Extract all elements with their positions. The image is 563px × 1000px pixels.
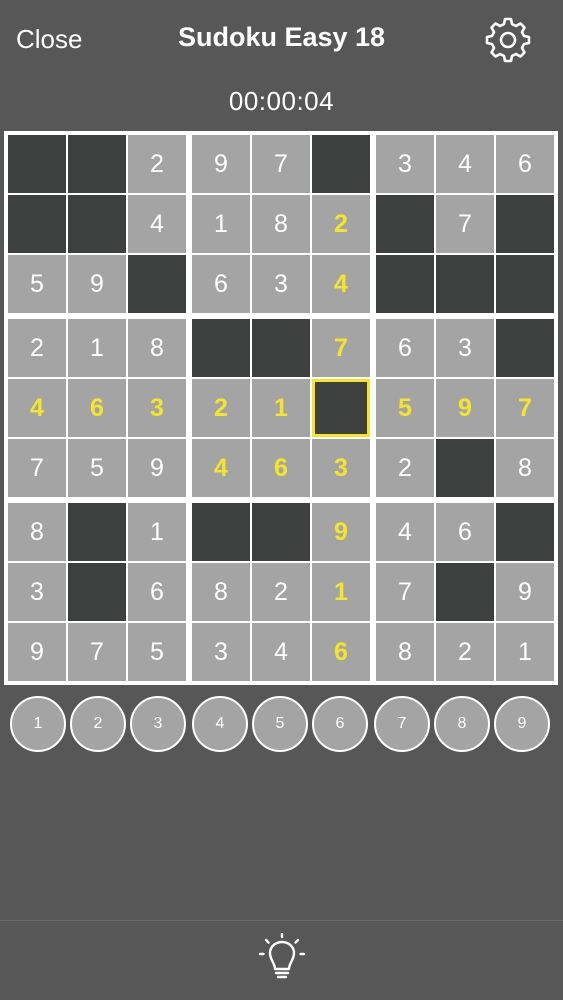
sudoku-cell[interactable]: 6 (128, 563, 186, 621)
sudoku-cell[interactable]: 4 (436, 135, 494, 193)
lightbulb-icon[interactable] (258, 933, 306, 985)
sudoku-cell[interactable]: 4 (128, 195, 186, 253)
sudoku-cell[interactable]: 3 (8, 563, 66, 621)
sudoku-cell[interactable]: 8 (192, 563, 250, 621)
sudoku-cell[interactable]: 1 (252, 379, 310, 437)
number-button-5[interactable]: 5 (252, 696, 308, 752)
sudoku-cell[interactable]: 5 (128, 623, 186, 681)
sudoku-cell[interactable] (436, 563, 494, 621)
sudoku-cell[interactable]: 7 (496, 379, 554, 437)
sudoku-cell[interactable] (496, 319, 554, 377)
sudoku-cell[interactable]: 9 (192, 135, 250, 193)
number-button-1[interactable]: 1 (10, 696, 66, 752)
sudoku-cell[interactable] (68, 195, 126, 253)
sudoku-cell[interactable]: 3 (192, 623, 250, 681)
sudoku-cell[interactable]: 4 (8, 379, 66, 437)
sudoku-cell[interactable]: 7 (312, 319, 370, 377)
sudoku-cell[interactable] (192, 503, 250, 561)
sudoku-cell[interactable]: 9 (128, 439, 186, 497)
number-button-6[interactable]: 6 (312, 696, 368, 752)
sudoku-cell[interactable]: 1 (128, 503, 186, 561)
sudoku-cell[interactable] (128, 255, 186, 313)
sudoku-cell[interactable]: 8 (376, 623, 434, 681)
sudoku-cell[interactable]: 1 (192, 195, 250, 253)
sudoku-cell[interactable] (8, 195, 66, 253)
sudoku-cell[interactable]: 1 (496, 623, 554, 681)
sudoku-cell[interactable]: 2 (252, 563, 310, 621)
sudoku-cell[interactable]: 6 (376, 319, 434, 377)
sudoku-cell[interactable]: 2 (312, 195, 370, 253)
sudoku-cell[interactable] (68, 135, 126, 193)
sudoku-cell[interactable]: 8 (8, 503, 66, 561)
sudoku-cell[interactable]: 9 (312, 503, 370, 561)
sudoku-cell[interactable]: 4 (376, 503, 434, 561)
sudoku-cell[interactable]: 6 (252, 439, 310, 497)
number-button-9[interactable]: 9 (494, 696, 550, 752)
sudoku-cell[interactable]: 5 (376, 379, 434, 437)
page-title: Sudoku Easy 18 (177, 22, 386, 52)
sudoku-cell[interactable] (252, 319, 310, 377)
bottom-bar (0, 920, 563, 1000)
gear-icon[interactable] (484, 16, 532, 64)
sudoku-cell[interactable]: 3 (436, 319, 494, 377)
header: Close Sudoku Easy 18 (0, 0, 563, 80)
sudoku-cell[interactable]: 7 (252, 135, 310, 193)
sudoku-cell[interactable]: 7 (436, 195, 494, 253)
sudoku-cell[interactable]: 6 (496, 135, 554, 193)
sudoku-cell[interactable]: 2 (376, 439, 434, 497)
sudoku-cell[interactable]: 9 (436, 379, 494, 437)
sudoku-cell[interactable]: 9 (68, 255, 126, 313)
sudoku-cell[interactable] (436, 439, 494, 497)
sudoku-cell[interactable] (252, 503, 310, 561)
sudoku-cell[interactable] (496, 195, 554, 253)
sudoku-cell[interactable] (496, 255, 554, 313)
sudoku-cell[interactable] (376, 255, 434, 313)
number-button-2[interactable]: 2 (70, 696, 126, 752)
number-button-7[interactable]: 7 (374, 696, 430, 752)
sudoku-cell[interactable] (68, 503, 126, 561)
sudoku-cell[interactable]: 8 (128, 319, 186, 377)
sudoku-cell[interactable]: 7 (8, 439, 66, 497)
number-button-8[interactable]: 8 (434, 696, 490, 752)
sudoku-cell[interactable] (496, 503, 554, 561)
sudoku-cell[interactable]: 6 (436, 503, 494, 561)
sudoku-cell[interactable]: 2 (8, 319, 66, 377)
sudoku-cell[interactable]: 4 (192, 439, 250, 497)
sudoku-cell[interactable]: 3 (312, 439, 370, 497)
sudoku-cell[interactable]: 2 (436, 623, 494, 681)
sudoku-cell[interactable]: 6 (312, 623, 370, 681)
sudoku-cell[interactable] (376, 195, 434, 253)
sudoku-cell[interactable]: 2 (192, 379, 250, 437)
sudoku-cell[interactable] (312, 135, 370, 193)
sudoku-cell[interactable] (312, 379, 370, 437)
sudoku-cell[interactable]: 8 (496, 439, 554, 497)
sudoku-cell[interactable]: 7 (68, 623, 126, 681)
sudoku-cell[interactable]: 4 (312, 255, 370, 313)
number-pad: 123456789 (0, 696, 563, 758)
sudoku-cell[interactable]: 5 (8, 255, 66, 313)
sudoku-cell[interactable]: 7 (376, 563, 434, 621)
sudoku-cell[interactable] (192, 319, 250, 377)
number-button-4[interactable]: 4 (192, 696, 248, 752)
sudoku-cell[interactable]: 3 (128, 379, 186, 437)
sudoku-cell[interactable] (68, 563, 126, 621)
sudoku-cell[interactable]: 9 (496, 563, 554, 621)
sudoku-cell[interactable]: 4 (252, 623, 310, 681)
sudoku-cell[interactable] (8, 135, 66, 193)
sudoku-cell[interactable]: 9 (8, 623, 66, 681)
timer: 00:00:04 (228, 86, 335, 116)
number-button-3[interactable]: 3 (130, 696, 186, 752)
sudoku-cell[interactable]: 6 (192, 255, 250, 313)
sudoku-cell[interactable]: 8 (252, 195, 310, 253)
sudoku-cell[interactable]: 3 (376, 135, 434, 193)
sudoku-board: 2973464182759634218763463215977594632881… (4, 131, 558, 685)
sudoku-cell[interactable] (436, 255, 494, 313)
sudoku-cell[interactable]: 1 (68, 319, 126, 377)
sudoku-cell[interactable]: 3 (252, 255, 310, 313)
sudoku-cell[interactable]: 1 (312, 563, 370, 621)
sudoku-cell[interactable]: 6 (68, 379, 126, 437)
sudoku-cell[interactable]: 5 (68, 439, 126, 497)
sudoku-cell[interactable]: 2 (128, 135, 186, 193)
